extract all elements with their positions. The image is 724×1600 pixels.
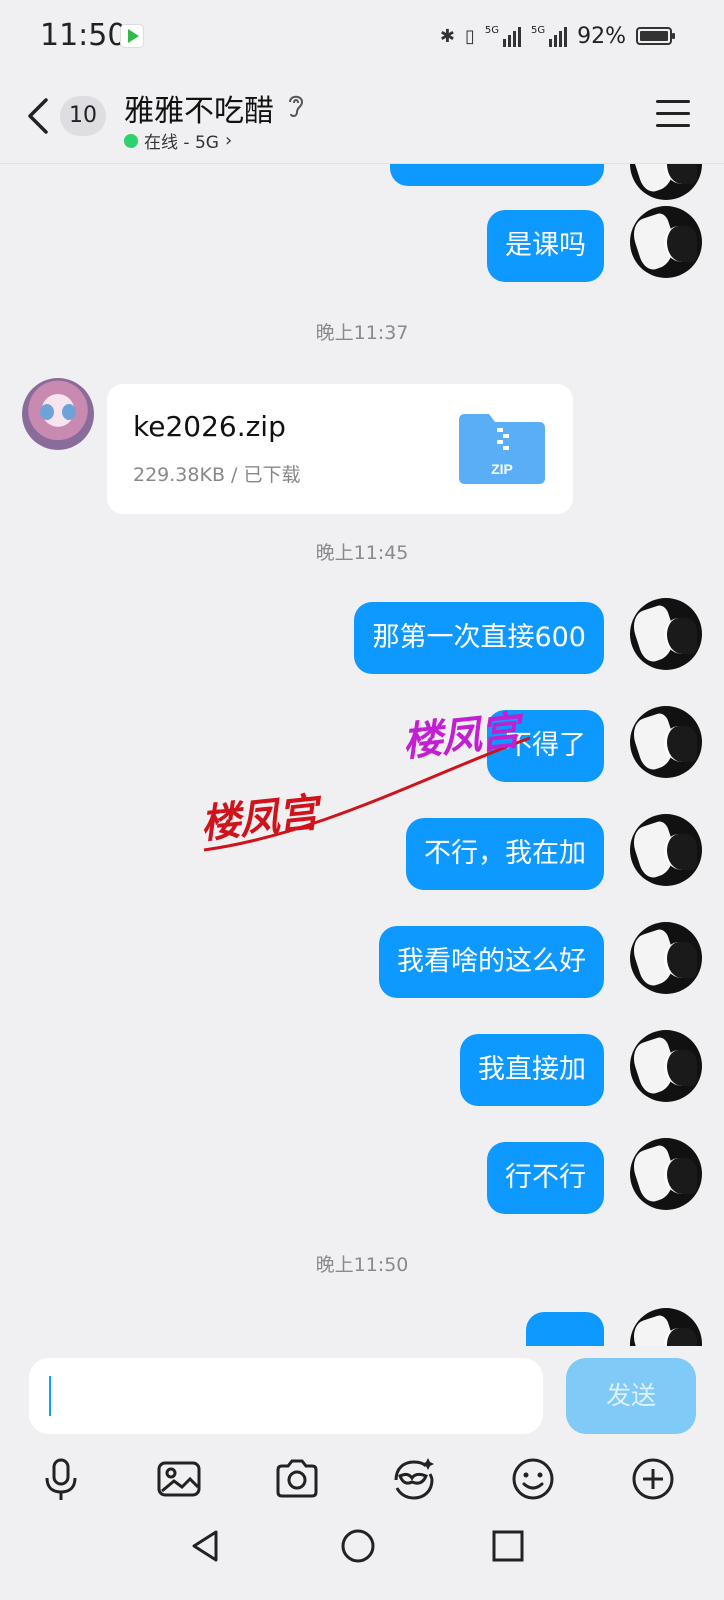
my-avatar[interactable] (630, 814, 702, 886)
nav-recents-icon[interactable] (488, 1526, 528, 1566)
status-bar: 11:50 ✱ ▯ 5G 5G 92% (0, 0, 724, 72)
ear-icon (289, 95, 304, 118)
app-notification-icon (120, 24, 144, 48)
my-avatar[interactable] (630, 206, 702, 278)
nav-home-icon[interactable] (338, 1526, 378, 1566)
my-avatar[interactable] (630, 1030, 702, 1102)
message-timestamp: 晚上11:37 (315, 322, 409, 344)
message-bubble[interactable]: 是课吗 (487, 210, 604, 282)
file-name: ke2026.zip (133, 410, 286, 443)
menu-icon[interactable] (656, 100, 690, 130)
unread-count-badge[interactable]: 10 (60, 96, 106, 136)
message-bubble[interactable]: 行不行 (487, 1142, 604, 1214)
message-timestamp: 晚上11:45 (315, 542, 409, 564)
file-message-card[interactable]: ke2026.zip 229.38KB / 已下载 ZIP (107, 384, 573, 514)
emoji-icon[interactable] (510, 1456, 556, 1502)
my-avatar[interactable] (630, 164, 702, 200)
online-dot-icon (124, 133, 138, 148)
message-bubble-partial[interactable] (390, 164, 604, 186)
my-avatar[interactable] (630, 922, 702, 994)
file-meta: 229.38KB / 已下载 (133, 464, 301, 486)
message-bubble-partial[interactable] (526, 1312, 604, 1346)
contact-name[interactable]: 雅雅不吃醋 (124, 86, 274, 130)
send-button[interactable]: 发送 (566, 1358, 696, 1434)
composer-toolbar (0, 1456, 724, 1516)
status-indicators: ✱ ▯ 5G 5G 92% (439, 20, 675, 52)
message-timestamp: 晚上11:50 (315, 1254, 409, 1276)
message-bubble[interactable]: 我看啥的这么好 (379, 926, 604, 998)
online-status[interactable]: 在线 - 5G › (124, 128, 232, 153)
message-bubble[interactable]: 不行，我在加 (406, 818, 604, 890)
nav-back-icon[interactable] (186, 1526, 226, 1566)
my-avatar[interactable] (630, 1308, 702, 1346)
sticker-icon[interactable] (390, 1456, 436, 1502)
status-time: 11:50 (40, 18, 127, 53)
message-bubble[interactable]: 我直接加 (460, 1034, 604, 1106)
chat-header: 10 雅雅不吃醋 在线 - 5G › (0, 72, 724, 164)
back-icon[interactable] (24, 96, 52, 136)
microphone-icon[interactable] (38, 1456, 84, 1502)
plus-icon[interactable] (630, 1456, 676, 1502)
zip-file-icon: ZIP (459, 414, 545, 484)
bluetooth-icon: ✱ (439, 25, 455, 47)
battery-icon (636, 27, 675, 45)
my-avatar[interactable] (630, 1138, 702, 1210)
vibrate-icon: ▯ (464, 25, 475, 47)
chevron-right-icon: › (224, 130, 233, 151)
camera-icon[interactable] (274, 1456, 320, 1502)
zip-label: ZIP (491, 461, 513, 477)
watermark-text: 楼凤宫 (198, 789, 320, 848)
my-avatar[interactable] (630, 598, 702, 670)
signal-strength-icon: 5G (485, 25, 521, 47)
system-nav-bar (0, 1514, 724, 1600)
my-avatar[interactable] (630, 706, 702, 778)
message-bubble[interactable]: 那第一次直接600 (354, 602, 604, 674)
battery-percent: 92% (577, 23, 626, 49)
image-icon[interactable] (156, 1456, 202, 1502)
message-input[interactable] (29, 1358, 543, 1434)
signal-strength-icon-2: 5G (531, 25, 568, 47)
message-bubble[interactable]: 不得了 (487, 710, 604, 782)
message-list[interactable]: 是课吗 晚上11:37 ke2026.zip 229.38KB / 已下载 ZI… (0, 164, 724, 1346)
online-status-text: 在线 - 5G (144, 133, 219, 153)
contact-avatar[interactable] (22, 378, 94, 450)
text-caret (49, 1376, 51, 1416)
